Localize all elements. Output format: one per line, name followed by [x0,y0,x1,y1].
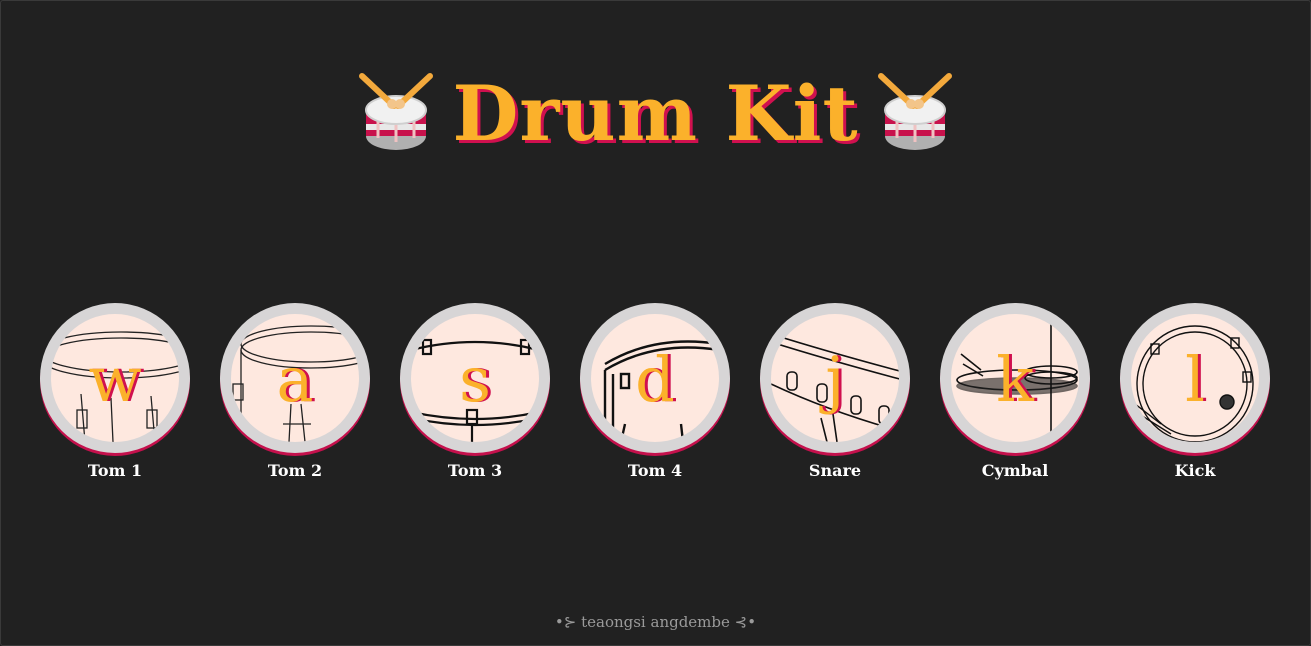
drum-emoji-icon [877,73,952,150]
drum-label: Tom 1 [87,461,143,480]
drum-pad-button[interactable]: s [400,303,550,453]
key-letter: j [825,343,845,416]
drum-label: Snare [808,461,862,480]
key-letter: w [88,343,142,416]
drum-pad-kick[interactable]: l Kick [1120,303,1270,480]
drum-label: Tom 4 [627,461,683,480]
key-letter: s [459,343,491,416]
header: Drum Kit [0,64,1311,164]
drum-pad-tom-2[interactable]: a Tom 2 [220,303,370,480]
drum-pad-button[interactable]: d [580,303,730,453]
drum-label: Cymbal [981,461,1049,480]
footer-credit: •⊱ teaongsi angdembe ⊰• [554,613,757,631]
drum-pad-cymbal[interactable]: k Cymbal [940,303,1090,480]
page-title: Drum Kit [452,69,859,158]
drum-label: Tom 3 [447,461,503,480]
drum-pad-tom-3[interactable]: s Tom 3 [400,303,550,480]
drum-pad-snare[interactable]: j Snare [760,303,910,480]
drum-pad-button[interactable]: l [1120,303,1270,453]
drum-label: Tom 2 [267,461,323,480]
drum-pad-tom-1[interactable]: w Tom 1 [40,303,190,480]
drum-pad-button[interactable]: j [760,303,910,453]
drum-label: Kick [1174,461,1216,480]
drum-pad-button[interactable]: a [220,303,370,453]
key-letter: a [276,343,314,416]
key-letter: l [1185,343,1205,416]
drum-emoji-icon [359,73,434,150]
key-letter: k [996,343,1034,416]
drum-pad-button[interactable]: k [940,303,1090,453]
drum-pad-row: w Tom 1 a Tom 2 s Tom 3 d Tom 4 j Snare … [40,303,1270,480]
drum-pad-tom-4[interactable]: d Tom 4 [580,303,730,480]
drum-pad-button[interactable]: w [40,303,190,453]
key-letter: d [635,343,675,416]
